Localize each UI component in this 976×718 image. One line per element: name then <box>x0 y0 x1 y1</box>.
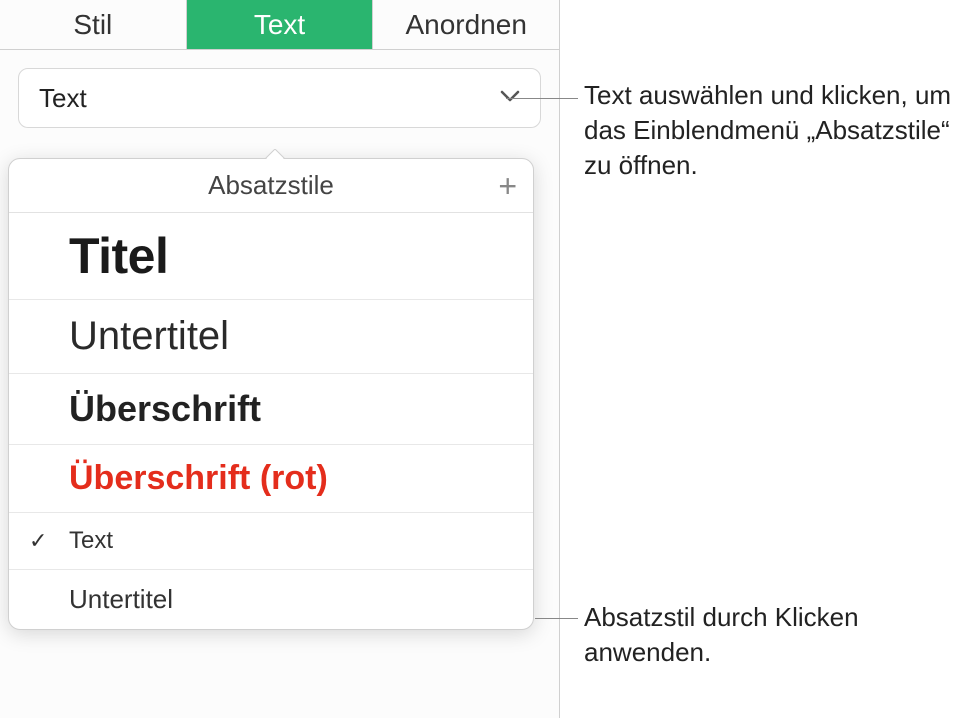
style-item-label: Untertitel <box>69 584 173 615</box>
tab-text[interactable]: Text <box>187 0 374 49</box>
paragraph-styles-popover: Absatzstile + Titel Untertitel Überschri… <box>8 158 534 630</box>
style-item-untertitel[interactable]: Untertitel <box>9 300 533 374</box>
tab-stil-label: Stil <box>73 9 112 41</box>
style-item-label: Text <box>69 527 113 555</box>
check-icon: ✓ <box>29 528 47 554</box>
add-style-button[interactable]: + <box>498 170 517 202</box>
callout-apply-style: Absatzstil durch Klicken anwenden. <box>584 600 976 670</box>
style-item-label: Überschrift (rot) <box>69 459 328 498</box>
popover-title: Absatzstile <box>208 170 334 201</box>
callout-leader-line <box>506 98 578 99</box>
paragraph-style-selector[interactable]: Text <box>18 68 541 128</box>
tab-anordnen-label: Anordnen <box>405 9 526 41</box>
style-item-label: Überschrift <box>69 388 261 430</box>
tab-anordnen[interactable]: Anordnen <box>373 0 559 49</box>
style-item-uberschrift[interactable]: Überschrift <box>9 374 533 445</box>
callout-leader-line <box>535 618 578 619</box>
paragraph-styles-list: Titel Untertitel Überschrift Überschrift… <box>9 213 533 629</box>
style-item-label: Titel <box>69 227 168 285</box>
style-item-label: Untertitel <box>69 314 229 359</box>
style-item-titel[interactable]: Titel <box>9 213 533 300</box>
format-tabs: Stil Text Anordnen <box>0 0 559 50</box>
paragraph-style-current: Text <box>39 83 87 114</box>
callout-open-menu: Text auswählen und klicken, um das Einbl… <box>584 78 976 183</box>
format-panel: Stil Text Anordnen Text Absatzstile + <box>0 0 560 718</box>
tab-text-label: Text <box>254 9 305 41</box>
plus-icon: + <box>498 168 517 204</box>
popover-header: Absatzstile + <box>9 159 533 213</box>
style-item-text[interactable]: ✓ Text <box>9 513 533 570</box>
tab-stil[interactable]: Stil <box>0 0 187 49</box>
style-item-uberschrift-rot[interactable]: Überschrift (rot) <box>9 445 533 513</box>
style-item-untertitel-2[interactable]: Untertitel <box>9 570 533 629</box>
